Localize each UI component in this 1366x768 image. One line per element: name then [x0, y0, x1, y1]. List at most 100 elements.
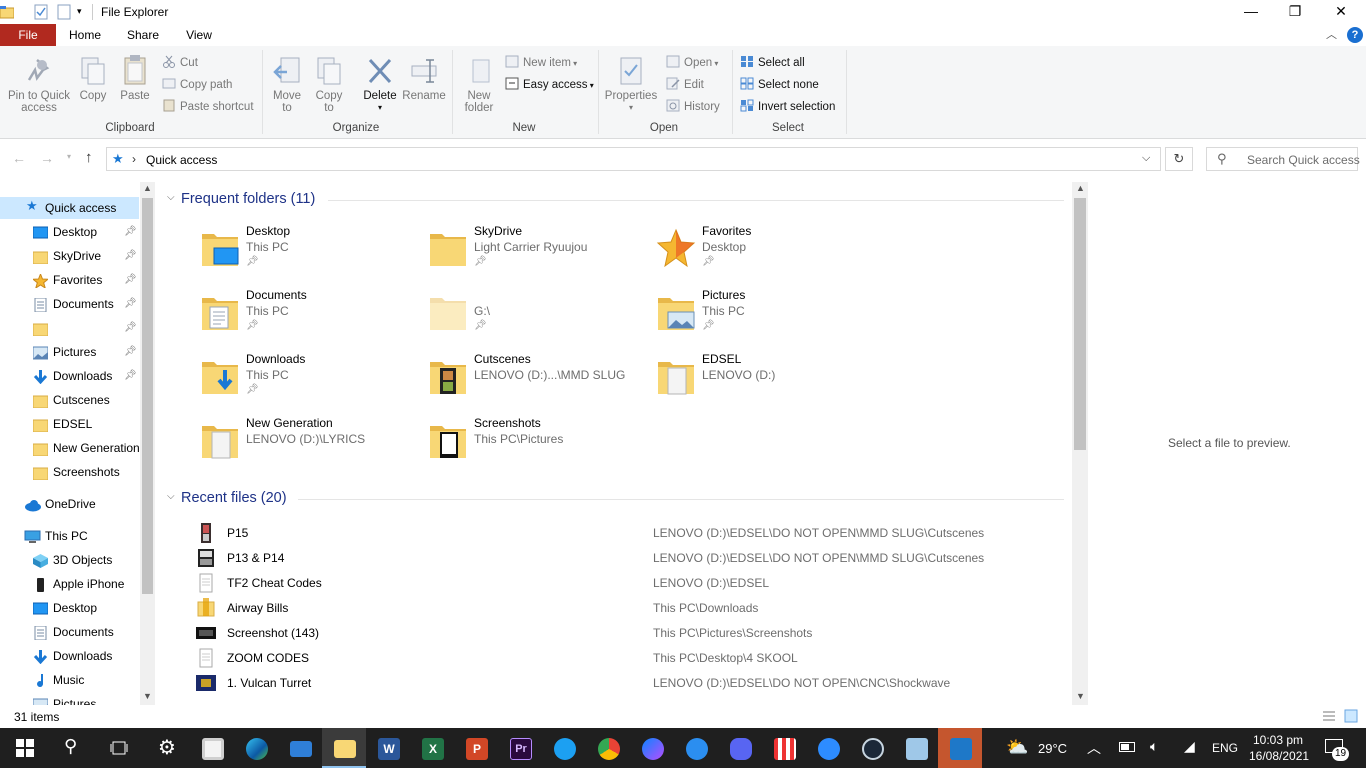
nav-pinned-item[interactable]: Pictures 📌︎ — [0, 341, 139, 363]
scroll-up-icon[interactable]: ▲ — [143, 183, 152, 193]
new-folder-button[interactable]: New folder — [458, 56, 500, 114]
minimize-button[interactable]: — — [1228, 0, 1274, 24]
content-scroll-thumb[interactable] — [1074, 198, 1086, 450]
nav-pinned-item[interactable]: Documents 📌︎ — [0, 293, 139, 315]
frequent-collapse-icon[interactable]: ⌵ — [167, 192, 175, 203]
messenger-taskbar-button[interactable] — [630, 728, 674, 768]
nav-pinned-item[interactable]: SkyDrive 📌︎ — [0, 245, 139, 267]
select-none-button[interactable]: Select none — [740, 77, 819, 91]
scroll-down-icon[interactable]: ▼ — [143, 691, 152, 701]
task-view-button[interactable] — [96, 728, 140, 768]
store-taskbar-button[interactable] — [190, 728, 234, 768]
forward-arrow-icon[interactable]: → — [40, 150, 54, 166]
rename-button[interactable]: Rename — [402, 56, 446, 102]
recent-file-row[interactable]: Screenshot (143) This PC\Pictures\Screens… — [158, 621, 1058, 646]
downloader-taskbar-button[interactable] — [674, 728, 718, 768]
nav-pc-item[interactable]: Music — [0, 669, 139, 691]
nav-pinned-item[interactable]: 📌︎ — [0, 317, 139, 339]
nav-pc-item[interactable]: Apple iPhone — [0, 573, 139, 595]
collapse-ribbon-icon[interactable]: ︿ — [1326, 26, 1337, 42]
steam-taskbar-button[interactable] — [850, 728, 894, 768]
nav-quick-access[interactable]: ★ Quick access — [0, 197, 139, 219]
settings-taskbar-button[interactable]: ⚙ — [146, 728, 190, 768]
folder-tile[interactable]: Desktop This PC 📌︎ — [200, 224, 420, 284]
notification-count-badge[interactable]: 19 — [1332, 747, 1349, 761]
nav-pc-item[interactable]: Documents — [0, 621, 139, 643]
recent-collapse-icon[interactable]: ⌵ — [167, 491, 175, 502]
delete-button[interactable]: Delete ▾ — [358, 56, 402, 114]
file-explorer-taskbar-button[interactable] — [322, 728, 366, 768]
tab-share[interactable]: Share — [120, 24, 166, 46]
details-view-icon[interactable] — [1322, 710, 1336, 722]
recent-file-row[interactable]: P15 LENOVO (D:)\EDSEL\DO NOT OPEN\MMD SLU… — [158, 521, 1058, 546]
tab-home[interactable]: Home — [62, 24, 108, 46]
nav-pc-item[interactable]: 3D Objects — [0, 549, 139, 571]
content-scrollbar[interactable]: ▲ ▼ — [1072, 182, 1088, 705]
nav-pc-item[interactable]: Pictures — [0, 693, 139, 705]
language-indicator[interactable]: ENG — [1212, 741, 1238, 755]
pin-to-quick-access-button[interactable]: Pin to Quick access — [4, 56, 74, 114]
breadcrumb-quick-access[interactable]: Quick access — [146, 153, 217, 167]
recent-file-row[interactable]: 1. Vulcan Turret LENOVO (D:)\EDSEL\DO NOT… — [158, 671, 1058, 696]
refresh-icon[interactable]: ↻ — [1165, 147, 1193, 171]
nav-pc-item[interactable]: Downloads — [0, 645, 139, 667]
nav-pc-item[interactable]: Desktop — [0, 597, 139, 619]
copy-button[interactable]: Copy — [76, 56, 110, 102]
edge-taskbar-button[interactable] — [234, 728, 278, 768]
weather-icon[interactable]: ⛅ — [1006, 737, 1028, 758]
qat-dropdown-icon[interactable]: ▾ — [77, 6, 82, 17]
frequent-folders-title[interactable]: Frequent folders (11) — [181, 191, 315, 207]
properties-qat-icon[interactable] — [34, 4, 48, 20]
recent-locations-icon[interactable]: ▾ — [67, 152, 71, 161]
battery-icon[interactable] — [1119, 742, 1135, 752]
nav-scrollbar[interactable]: ▲ ▼ — [140, 182, 155, 705]
address-dropdown-icon[interactable]: ⌵ — [1142, 152, 1150, 165]
scroll-up-icon[interactable]: ▲ — [1076, 183, 1085, 193]
new-item-button[interactable]: New item ▾ — [505, 55, 577, 69]
nav-pinned-item[interactable]: Downloads 📌︎ — [0, 365, 139, 387]
nav-pinned-item[interactable]: Desktop 📌︎ — [0, 221, 139, 243]
open-button[interactable]: Open ▾ — [666, 55, 718, 69]
network-icon[interactable]: ◢ — [1184, 738, 1195, 755]
folder-tile[interactable]: SkyDrive Light Carrier Ryuujou 📌︎ — [428, 224, 648, 284]
nav-pinned-item[interactable]: Favorites 📌︎ — [0, 269, 139, 291]
help-icon[interactable]: ? — [1347, 27, 1363, 43]
discord-taskbar-button[interactable] — [718, 728, 762, 768]
tab-view[interactable]: View — [176, 24, 222, 46]
nav-recent-item[interactable]: Screenshots — [0, 461, 139, 483]
weather-temperature[interactable]: 29°C — [1038, 741, 1067, 756]
app-taskbar-button[interactable] — [894, 728, 938, 768]
maximize-button[interactable]: ❐ — [1272, 0, 1318, 24]
tab-file[interactable]: File — [0, 24, 56, 46]
nav-recent-item[interactable]: EDSEL — [0, 413, 139, 435]
search-box[interactable]: ⚲ Search Quick access — [1206, 147, 1360, 171]
recent-file-row[interactable]: TF2 Cheat Codes LENOVO (D:)\EDSEL — [158, 571, 1058, 596]
edit-button[interactable]: Edit — [666, 77, 704, 91]
zoom-taskbar-button[interactable] — [806, 728, 850, 768]
recent-file-row[interactable]: Airway Bills This PC\Downloads — [158, 596, 1058, 621]
start-button[interactable] — [2, 728, 46, 768]
breadcrumb-separator[interactable]: › — [132, 152, 136, 166]
copy-path-button[interactable]: Copy path — [162, 77, 232, 91]
easy-access-button[interactable]: Easy access ▾ — [505, 77, 594, 91]
recent-files-title[interactable]: Recent files (20) — [181, 490, 287, 506]
paste-button[interactable]: Paste — [117, 54, 153, 102]
clock-date[interactable]: 16/08/2021 — [1249, 749, 1309, 763]
nav-recent-item[interactable]: New Generation — [0, 437, 140, 459]
folder-tile[interactable]: Favorites Desktop 📌︎ — [656, 224, 876, 284]
folder-tile[interactable]: Documents This PC 📌︎ — [200, 288, 420, 348]
recent-file-row[interactable]: P13 & P14 LENOVO (D:)\EDSEL\DO NOT OPEN\M… — [158, 546, 1058, 571]
folder-tile[interactable]: G:\ 📌︎ — [428, 288, 648, 348]
close-button[interactable]: ✕ — [1318, 0, 1364, 24]
mail-taskbar-button[interactable] — [278, 728, 322, 768]
properties-button[interactable]: Properties ▾ — [602, 56, 660, 114]
folder-tile[interactable]: EDSEL LENOVO (D:) — [656, 352, 876, 412]
app-taskbar-button[interactable] — [542, 728, 586, 768]
invert-selection-button[interactable]: Invert selection — [740, 99, 835, 113]
folder-tile[interactable]: Downloads This PC 📌︎ — [200, 352, 420, 412]
large-icons-view-icon[interactable] — [1344, 709, 1358, 723]
clock-time[interactable]: 10:03 pm — [1253, 733, 1303, 747]
search-input[interactable]: Search Quick access — [1247, 153, 1360, 167]
scroll-down-icon[interactable]: ▼ — [1076, 691, 1085, 701]
nav-recent-item[interactable]: Cutscenes — [0, 389, 139, 411]
